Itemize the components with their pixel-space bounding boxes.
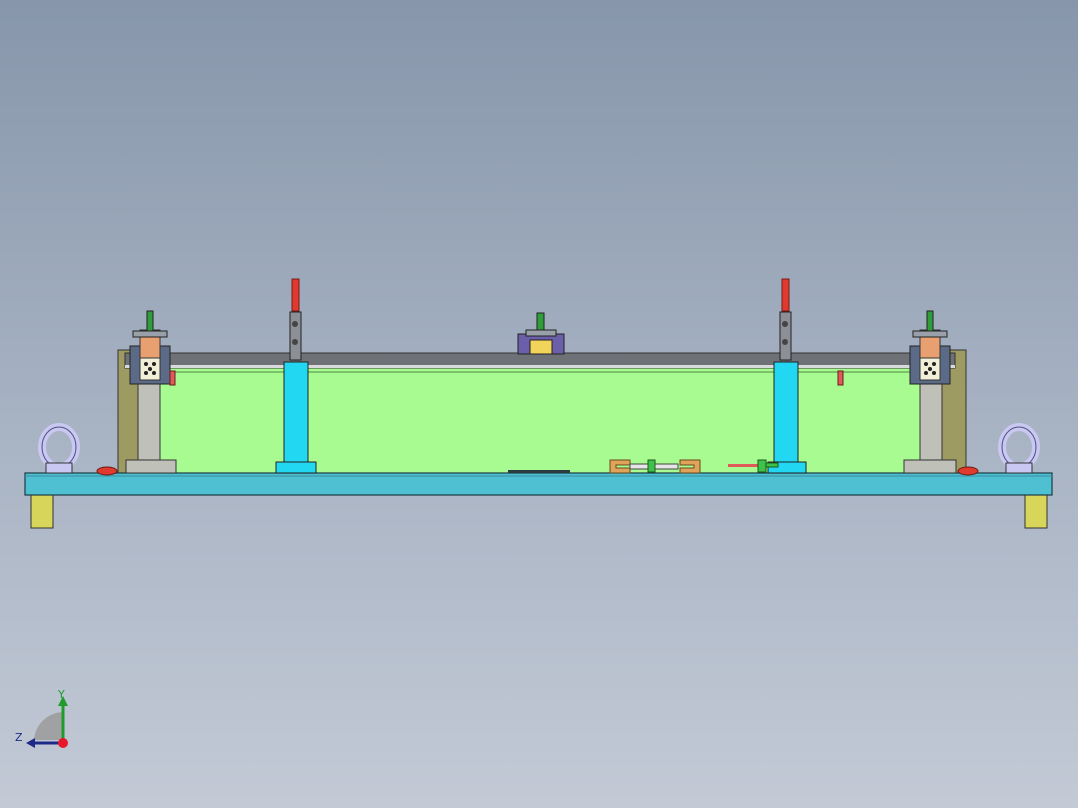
fixture-assembly-drawing <box>24 278 1053 529</box>
left-locating-pin <box>169 370 176 386</box>
z-axis-label: Z <box>15 731 23 744</box>
base-recess <box>508 470 570 473</box>
right-toggle-clamp <box>779 278 792 361</box>
right-locating-pin <box>837 370 844 386</box>
left-red-marker <box>96 466 118 476</box>
coordinate-triad <box>26 696 68 748</box>
left-foot <box>30 493 54 529</box>
center-clamp <box>517 312 565 355</box>
left-toggle-clamp <box>289 278 302 361</box>
x-axis-origin <box>58 738 68 748</box>
right-eyebolt <box>998 423 1040 474</box>
fixture-body <box>159 367 921 474</box>
left-eyebolt <box>38 423 80 474</box>
right-foot <box>1024 493 1048 529</box>
cad-viewport[interactable]: Y Z <box>0 0 1078 808</box>
right-red-marker <box>957 466 979 476</box>
y-axis-label: Y <box>58 688 65 701</box>
